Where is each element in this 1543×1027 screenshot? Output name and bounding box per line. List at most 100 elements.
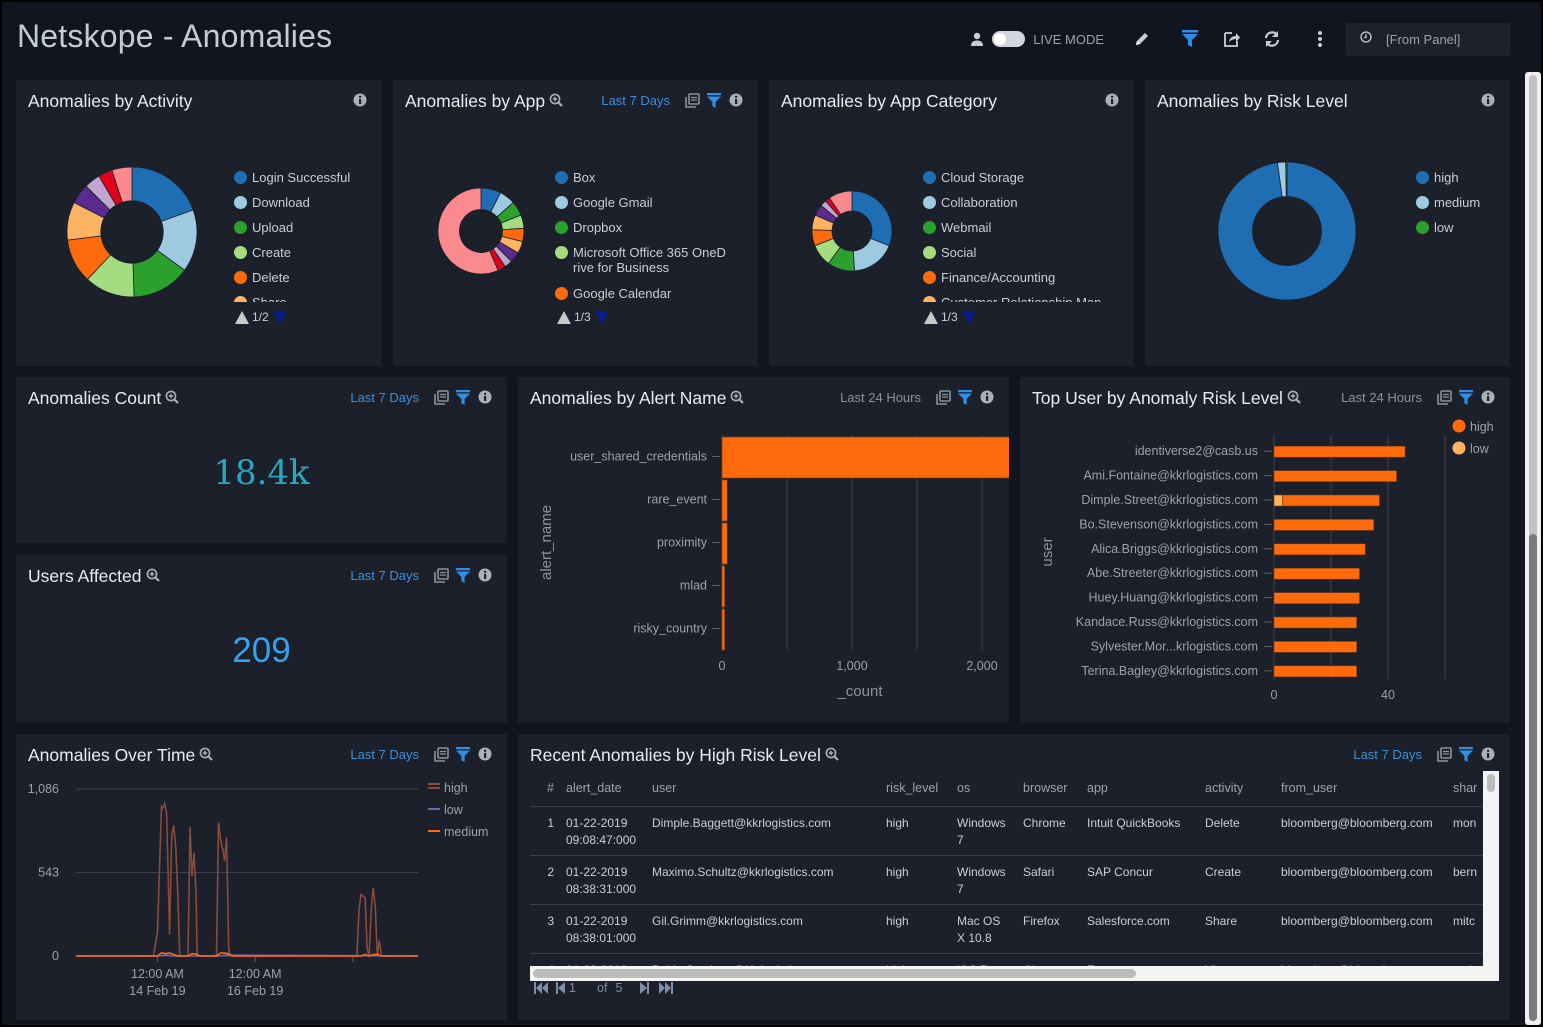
column-header[interactable]: os — [951, 771, 1017, 807]
legend-item[interactable]: Upload — [234, 220, 379, 245]
current-page-input[interactable]: 1 — [569, 981, 597, 995]
bar[interactable] — [721, 436, 1009, 479]
legend-item[interactable]: Share — [234, 295, 379, 302]
legend-item[interactable]: Collaboration — [923, 195, 1123, 220]
time-range-link[interactable]: Last 24 Hours — [1341, 390, 1422, 405]
legend-item[interactable]: Webmail — [923, 220, 1123, 245]
legend-item[interactable]: Download — [234, 195, 379, 220]
legend-label[interactable]: high — [444, 781, 468, 795]
legend-item[interactable]: Dropbox — [555, 220, 750, 245]
prev-page-icon[interactable] — [556, 982, 565, 994]
time-range-link[interactable]: Last 24 Hours — [840, 390, 921, 405]
filter-icon[interactable] — [957, 389, 973, 405]
legend-label[interactable]: low — [444, 803, 464, 817]
copy-icon[interactable] — [433, 746, 449, 762]
info-icon[interactable] — [728, 92, 744, 108]
column-header[interactable]: activity — [1199, 771, 1275, 807]
info-icon[interactable] — [477, 389, 493, 405]
filter-icon[interactable] — [455, 389, 471, 405]
pie-slice[interactable] — [851, 190, 893, 247]
legend-item[interactable]: Customer Relationship Man — [923, 295, 1123, 302]
scrollbar-thumb[interactable] — [1529, 534, 1537, 1021]
live-mode-control[interactable]: LIVE MODE — [970, 27, 1104, 51]
legend-prev-page-icon[interactable] — [235, 310, 249, 324]
column-header[interactable]: alert_date — [560, 771, 646, 807]
zoom-in-icon[interactable] — [165, 388, 180, 409]
time-range-link[interactable]: Last 7 Days — [601, 93, 670, 108]
time-range-link[interactable]: Last 7 Days — [350, 568, 419, 583]
bar-segment-high[interactable] — [1273, 445, 1406, 458]
scrollbar-thumb[interactable] — [533, 969, 1136, 978]
share-icon[interactable] — [1220, 27, 1244, 51]
copy-icon[interactable] — [684, 92, 700, 108]
more-vert-icon[interactable] — [1308, 27, 1332, 51]
scrollbar-thumb[interactable] — [1487, 774, 1495, 792]
legend-item[interactable]: Create — [234, 245, 379, 270]
column-header[interactable]: app — [1081, 771, 1199, 807]
zoom-in-icon[interactable] — [145, 566, 160, 587]
zoom-in-icon[interactable] — [549, 91, 564, 112]
legend-item[interactable]: Google Calendar — [555, 286, 750, 311]
time-range-link[interactable]: Last 7 Days — [1353, 747, 1422, 762]
bar[interactable] — [721, 608, 725, 651]
refresh-icon[interactable] — [1260, 27, 1284, 51]
column-header[interactable]: browser — [1017, 771, 1081, 807]
bar-segment-high[interactable] — [1273, 543, 1366, 556]
column-header[interactable]: from_user — [1275, 771, 1447, 807]
legend-item[interactable]: Google Gmail — [555, 195, 750, 220]
bar-segment-high[interactable] — [1273, 567, 1360, 580]
column-header[interactable]: user — [646, 771, 880, 807]
column-header[interactable]: risk_level — [880, 771, 951, 807]
info-icon[interactable] — [352, 92, 368, 108]
legend-prev-page-icon[interactable] — [557, 310, 571, 324]
copy-icon[interactable] — [1436, 746, 1452, 762]
legend-prev-page-icon[interactable] — [924, 310, 938, 324]
last-page-icon[interactable] — [659, 982, 674, 994]
column-header[interactable]: # — [530, 771, 560, 807]
first-page-icon[interactable] — [534, 982, 548, 994]
legend-label[interactable]: medium — [444, 825, 488, 839]
zoom-in-icon[interactable] — [730, 388, 745, 409]
legend-item[interactable]: Login Successful — [234, 170, 379, 195]
info-icon[interactable] — [1480, 92, 1496, 108]
legend-item[interactable]: medium — [1416, 195, 1506, 220]
pie-slice[interactable] — [1285, 161, 1288, 197]
legend-item[interactable]: Microsoft Office 365 OneD rive for Busin… — [555, 245, 750, 286]
legend-label[interactable]: high — [1470, 420, 1494, 434]
info-icon[interactable] — [477, 746, 493, 762]
table-vertical-scrollbar[interactable] — [1483, 771, 1499, 966]
copy-icon[interactable] — [433, 389, 449, 405]
info-icon[interactable] — [1480, 389, 1496, 405]
legend-item[interactable]: Delete — [234, 270, 379, 295]
table-row[interactable]: 3 01-22-2019 08:38:01:000 Gil.Grimm@kkrlogi… — [530, 904, 1487, 954]
filter-icon[interactable] — [455, 567, 471, 583]
series-line-high[interactable] — [76, 801, 418, 957]
bar[interactable] — [721, 565, 725, 608]
legend-item[interactable]: Cloud Storage — [923, 170, 1123, 195]
legend-item[interactable]: Finance/Accounting — [923, 270, 1123, 295]
live-mode-toggle[interactable] — [992, 31, 1026, 47]
table-row[interactable]: 1 01-22-2019 09:08:47:000 Dimple.Baggett@kk… — [530, 806, 1487, 856]
filter-icon[interactable] — [1458, 389, 1474, 405]
table-row[interactable]: 2 01-22-2019 08:38:31:000 Maximo.Schultz@kk… — [530, 855, 1487, 905]
bar-segment-high[interactable] — [1273, 519, 1375, 531]
zoom-in-icon[interactable] — [199, 745, 214, 766]
copy-icon[interactable] — [433, 567, 449, 583]
copy-icon[interactable] — [935, 389, 951, 405]
bar-segment-high[interactable] — [1273, 616, 1357, 629]
filter-icon[interactable] — [455, 746, 471, 762]
time-range-link[interactable]: Last 7 Days — [350, 390, 419, 405]
bar-segment-high[interactable] — [1273, 665, 1357, 678]
filter-icon[interactable] — [1458, 746, 1474, 762]
page-vertical-scrollbar[interactable] — [1525, 72, 1541, 1025]
filter-icon[interactable] — [1178, 27, 1202, 51]
info-icon[interactable] — [1104, 92, 1120, 108]
next-page-icon[interactable] — [640, 982, 650, 994]
legend-next-page-icon[interactable] — [961, 310, 976, 324]
legend-item[interactable]: Box — [555, 170, 750, 195]
legend-label[interactable]: low — [1470, 442, 1490, 456]
time-range-selector[interactable]: [From Panel] — [1346, 22, 1510, 56]
legend-item[interactable]: high — [1416, 170, 1506, 195]
info-icon[interactable] — [1480, 746, 1496, 762]
time-range-link[interactable]: Last 7 Days — [350, 747, 419, 762]
